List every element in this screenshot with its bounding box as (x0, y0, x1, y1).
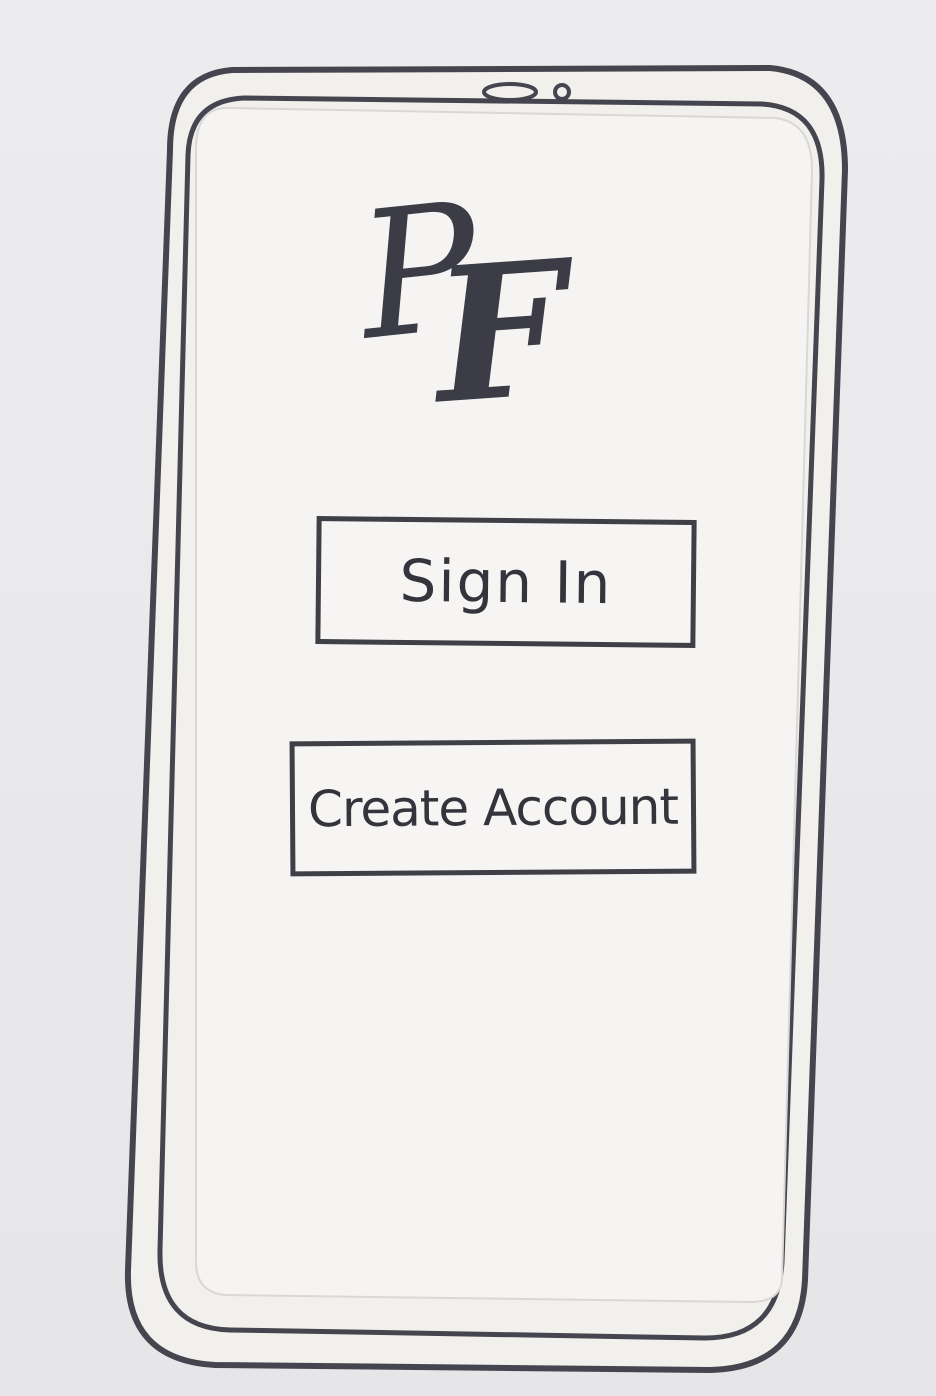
camera-icon (553, 83, 571, 101)
create-account-button[interactable]: Create Account (289, 738, 697, 877)
app-logo: P F (340, 165, 620, 446)
logo-letter-f: F (427, 218, 574, 446)
paper-prototype-canvas: P F Sign In Create Account (0, 0, 936, 1396)
speaker-grille (482, 82, 538, 102)
sign-in-label: Sign In (399, 546, 613, 618)
sign-in-button[interactable]: Sign In (315, 516, 697, 648)
create-account-label: Create Account (307, 777, 679, 838)
